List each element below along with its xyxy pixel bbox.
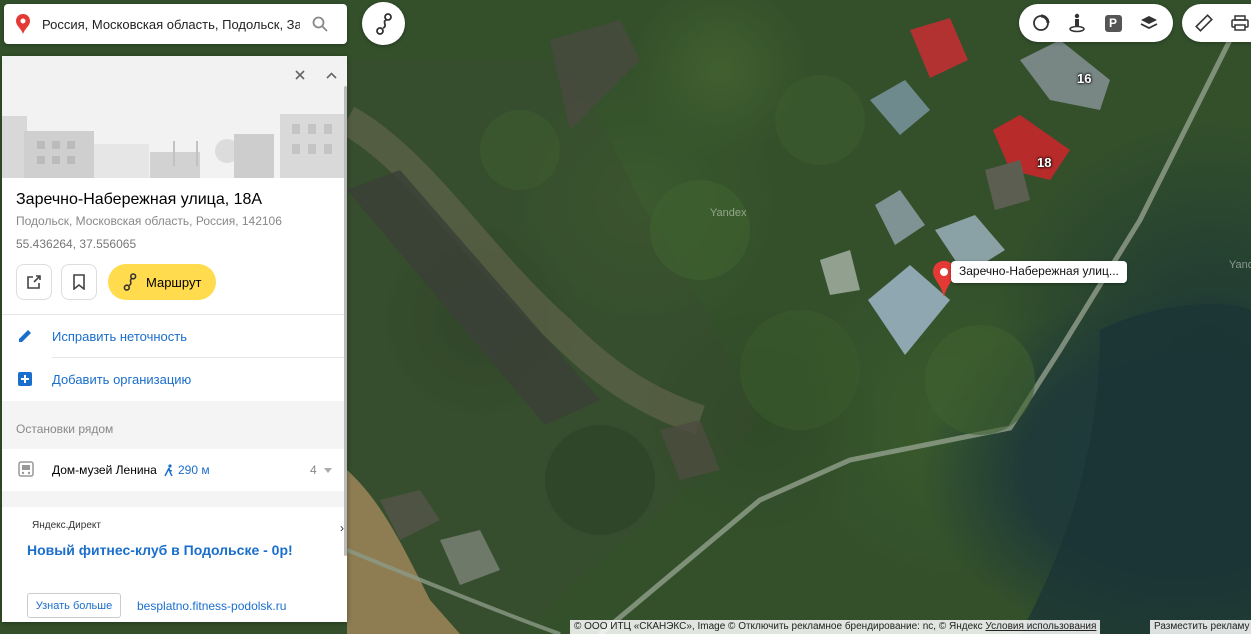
- print-icon[interactable]: [1222, 4, 1251, 42]
- house-number-16: 16: [1077, 71, 1092, 86]
- nearby-stops-heading: Остановки рядом: [16, 422, 114, 436]
- ad-title-link[interactable]: Новый фитнес-клуб в Подольске - 0р!: [27, 542, 293, 558]
- terms-link[interactable]: Условия использования: [985, 621, 1096, 632]
- stop-distance: 290 м: [164, 463, 210, 477]
- stop-count-dropdown[interactable]: 4: [310, 463, 333, 477]
- map-toolbar: P: [1019, 4, 1173, 42]
- bus-stop-icon: [18, 461, 34, 477]
- search-input[interactable]: [42, 9, 300, 39]
- bookmark-icon: [73, 274, 85, 290]
- route-button[interactable]: Маршрут: [108, 264, 216, 300]
- parking-label: P: [1104, 14, 1122, 32]
- pencil-icon: [16, 327, 34, 345]
- yandex-maps-logo-icon[interactable]: [4, 4, 42, 44]
- place-ad-link[interactable]: Разместить рекламу: [1150, 620, 1251, 634]
- divider: [52, 357, 347, 358]
- map-toolbar-extra: [1182, 4, 1251, 42]
- divider: [2, 314, 347, 315]
- search-icon[interactable]: [300, 4, 340, 44]
- map-watermark: Yandex: [710, 207, 747, 219]
- close-icon[interactable]: [289, 64, 311, 86]
- place-title: Заречно-Набережная улица, 18А: [16, 191, 263, 208]
- ad-learn-more-button[interactable]: Узнать больше: [27, 593, 121, 618]
- panorama-person-icon[interactable]: [1059, 4, 1095, 42]
- stop-distance-value: 290 м: [178, 463, 210, 477]
- caret-down-icon: [324, 468, 333, 473]
- stop-row[interactable]: Дом-музей Ленина 290 м 4: [2, 449, 347, 491]
- house-number-18: 18: [1037, 155, 1052, 170]
- ad-source-label: Яндекс.Директ: [32, 520, 101, 531]
- ruler-icon[interactable]: [1186, 4, 1222, 42]
- stop-name: Дом-музей Ленина: [52, 463, 157, 477]
- plus-square-icon: [16, 370, 34, 388]
- ruler-circle-icon[interactable]: [1023, 4, 1059, 42]
- place-card-panel: Заречно-Набережная улица, 18А Подольск, …: [2, 56, 347, 622]
- pin-label[interactable]: Заречно-Набережная улиц...: [951, 261, 1127, 283]
- add-organization-label: Добавить организацию: [52, 371, 192, 387]
- share-icon: [27, 275, 41, 289]
- share-button[interactable]: [16, 264, 52, 300]
- section-gap: [2, 491, 347, 507]
- chevron-up-icon[interactable]: [320, 64, 342, 86]
- map-copyright: © ООО ИТЦ «СКАНЭКС», Image © Отключить р…: [570, 620, 1101, 634]
- parking-icon[interactable]: P: [1095, 4, 1131, 42]
- add-organization-link[interactable]: Добавить организацию: [16, 369, 191, 389]
- route-icon: [123, 273, 137, 291]
- fix-inaccuracy-label: Исправить неточность: [52, 328, 187, 344]
- route-icon: [375, 12, 392, 35]
- map-watermark-edge: Yand: [1229, 259, 1251, 271]
- stop-count: 4: [310, 463, 317, 477]
- walking-person-icon: [164, 463, 173, 476]
- ad-domain-link[interactable]: besplatno.fitness-podolsk.ru: [137, 599, 286, 613]
- panel-scrollbar[interactable]: [344, 86, 347, 556]
- place-subtitle: Подольск, Московская область, Россия, 14…: [16, 214, 282, 228]
- layers-icon[interactable]: [1131, 4, 1167, 42]
- place-coordinates[interactable]: 55.436264, 37.556065: [16, 237, 136, 251]
- bookmark-button[interactable]: [61, 264, 97, 300]
- route-button-label: Маршрут: [146, 274, 202, 290]
- nearby-stops-header: Остановки рядом: [2, 401, 347, 449]
- search-bar: [4, 4, 347, 44]
- copyright-text: © ООО ИТЦ «СКАНЭКС», Image © Отключить р…: [574, 621, 983, 632]
- route-planner-button[interactable]: [362, 2, 405, 45]
- fix-inaccuracy-link[interactable]: Исправить неточность: [16, 326, 187, 346]
